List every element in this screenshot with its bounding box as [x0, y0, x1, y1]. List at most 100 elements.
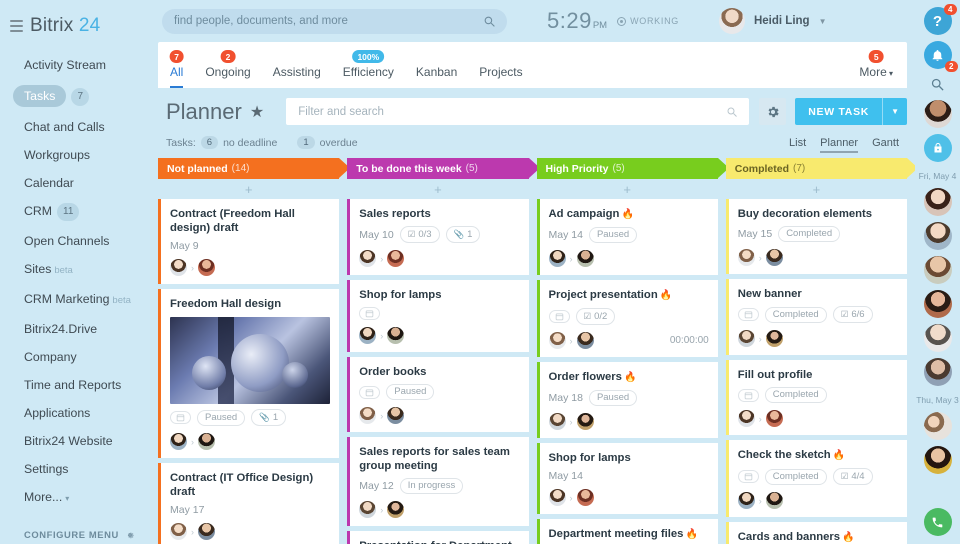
avatar[interactable]	[923, 100, 952, 128]
rail-search-icon[interactable]	[930, 77, 945, 92]
tab-kanban[interactable]: Kanban	[416, 65, 457, 88]
task-card[interactable]: New banner Completed ☑ 6/6 ›	[725, 279, 907, 355]
avatar[interactable]	[359, 250, 377, 267]
sidebar-item-time-and-reports[interactable]: Time and Reports	[0, 371, 150, 399]
avatar[interactable]	[923, 412, 952, 440]
avatar[interactable]	[737, 492, 755, 509]
sidebar-item-more[interactable]: More... ▾	[0, 483, 150, 513]
avatar[interactable]	[170, 523, 187, 540]
task-card[interactable]: Cards and banners🔥May 1Completed›	[725, 522, 907, 544]
tab-more[interactable]: 5 More ▾	[859, 50, 893, 88]
avatar[interactable]	[387, 501, 405, 518]
avatar[interactable]	[923, 256, 952, 284]
filter-search-input[interactable]: Filter and search	[286, 98, 750, 125]
task-card[interactable]: Sales reports for sales team group meeti…	[347, 437, 529, 526]
avatar[interactable]	[198, 433, 215, 450]
sidebar-item-bitrix24-drive[interactable]: Bitrix24.Drive	[0, 315, 150, 343]
avatar[interactable]	[548, 413, 566, 430]
help-button[interactable]: ? 4	[923, 4, 957, 35]
avatar[interactable]	[765, 492, 783, 509]
add-task-to-column-button[interactable]: +	[347, 179, 528, 199]
sidebar-item-chat-and-calls[interactable]: Chat and Calls	[0, 113, 150, 141]
task-card[interactable]: Freedom Hall design Paused 📎 1 ›	[158, 289, 340, 458]
avatar[interactable]	[170, 259, 187, 276]
add-task-to-column-button[interactable]: +	[158, 179, 339, 199]
task-card[interactable]: Project presentation 🔥 ☑ 0/2 › 00:00:00	[536, 280, 718, 357]
chevron-down-icon[interactable]: ▼	[883, 107, 907, 116]
avatar[interactable]	[548, 250, 566, 267]
avatar[interactable]	[359, 327, 377, 344]
sidebar-item-company[interactable]: Company	[0, 343, 150, 371]
avatar[interactable]	[359, 407, 377, 424]
sidebar-item-bitrix24-website[interactable]: Bitrix24 Website	[0, 427, 150, 455]
column-header[interactable]: Completed (7)	[725, 158, 919, 179]
avatar[interactable]	[923, 222, 952, 250]
global-search-input[interactable]: find people, documents, and more	[162, 8, 507, 34]
avatar[interactable]	[548, 332, 566, 349]
task-card[interactable]: Order flowers 🔥 May 18 Paused ›	[536, 362, 718, 438]
add-task-to-column-button[interactable]: +	[537, 179, 718, 199]
task-card[interactable]: Buy decoration elements May 15 Completed ›	[725, 199, 907, 274]
hamburger-menu-icon[interactable]	[10, 20, 23, 32]
avatar[interactable]	[923, 324, 952, 352]
avatar[interactable]	[170, 433, 187, 450]
task-card[interactable]: Sales reports May 10 ☑ 0/3 📎 1 ›	[347, 199, 529, 275]
logo-row[interactable]: Bitrix 24	[0, 8, 150, 51]
task-card[interactable]: Contract (IT Office Design) draft May 17 ›	[158, 463, 340, 544]
favorite-star-icon[interactable]: ★	[250, 102, 264, 122]
task-card[interactable]: Shop for lamps ›	[347, 280, 529, 352]
avatar[interactable]	[923, 290, 952, 318]
new-task-button[interactable]: NEW TASK ▼	[795, 98, 907, 125]
task-card[interactable]: Department meeting files🔥›	[536, 519, 718, 544]
task-card[interactable]: Fill out profile Completed ›	[725, 360, 907, 435]
sidebar-item-crm[interactable]: CRM 11	[0, 197, 150, 227]
task-card[interactable]: Ad campaign 🔥 May 14 Paused ›	[536, 199, 718, 275]
user-menu[interactable]: Heidi Ling ▼	[718, 8, 827, 34]
sidebar-item-open-channels[interactable]: Open Channels	[0, 227, 150, 255]
avatar[interactable]	[576, 250, 594, 267]
avatar[interactable]	[576, 489, 594, 506]
column-header[interactable]: Not planned (14)	[158, 158, 351, 179]
avatar[interactable]	[548, 489, 566, 506]
sidebar-item-applications[interactable]: Applications	[0, 399, 150, 427]
avatar[interactable]	[765, 330, 783, 347]
sidebar-item-workgroups[interactable]: Workgroups	[0, 141, 150, 169]
avatar[interactable]	[359, 501, 377, 518]
column-header[interactable]: High Priority (5)	[536, 158, 730, 179]
task-card[interactable]: Order books Paused ›	[347, 357, 529, 432]
overdue-label[interactable]: overdue	[320, 137, 358, 149]
avatar[interactable]	[387, 327, 405, 344]
task-card[interactable]: Presentation for Department meeting!May …	[347, 531, 529, 544]
add-task-to-column-button[interactable]: +	[726, 179, 907, 199]
avatar[interactable]	[737, 410, 755, 427]
sidebar-item-settings[interactable]: Settings	[0, 455, 150, 483]
avatar[interactable]	[737, 330, 755, 347]
sidebar-item-activity-stream[interactable]: Activity Stream	[0, 51, 150, 79]
lock-button[interactable]	[923, 134, 952, 162]
task-card[interactable]: Check the sketch 🔥 Completed ☑ 4/4 ›	[725, 440, 907, 517]
configure-menu-button[interactable]: CONFIGURE MENU	[24, 529, 150, 540]
tab-assisting[interactable]: Assisting	[273, 65, 321, 88]
view-gantt[interactable]: Gantt	[872, 137, 899, 149]
settings-button[interactable]	[759, 98, 787, 125]
sidebar-item-tasks[interactable]: Tasks 7	[0, 79, 150, 113]
column-header[interactable]: To be done this week (5)	[347, 158, 540, 179]
avatar[interactable]	[737, 249, 755, 266]
avatar[interactable]	[198, 523, 215, 540]
view-list[interactable]: List	[789, 137, 806, 149]
avatar[interactable]	[198, 259, 215, 276]
sidebar-item-sites[interactable]: Sites beta	[0, 255, 150, 285]
call-button[interactable]	[923, 508, 952, 536]
sidebar-item-calendar[interactable]: Calendar	[0, 169, 150, 197]
brand-logo[interactable]: Bitrix 24	[30, 15, 100, 37]
tab-all[interactable]: 7 All	[169, 50, 185, 88]
avatar[interactable]	[765, 249, 783, 266]
tab-efficiency[interactable]: 100% Efficiency	[343, 50, 394, 88]
avatar[interactable]	[576, 413, 594, 430]
notifications-button[interactable]: 2	[923, 41, 958, 72]
search-icon[interactable]	[726, 106, 738, 118]
sidebar-item-crm-marketing[interactable]: CRM Marketing beta	[0, 285, 150, 315]
view-planner[interactable]: Planner	[820, 137, 858, 153]
task-card[interactable]: Shop for lamps May 14 ›	[536, 443, 718, 514]
avatar[interactable]	[387, 250, 405, 267]
